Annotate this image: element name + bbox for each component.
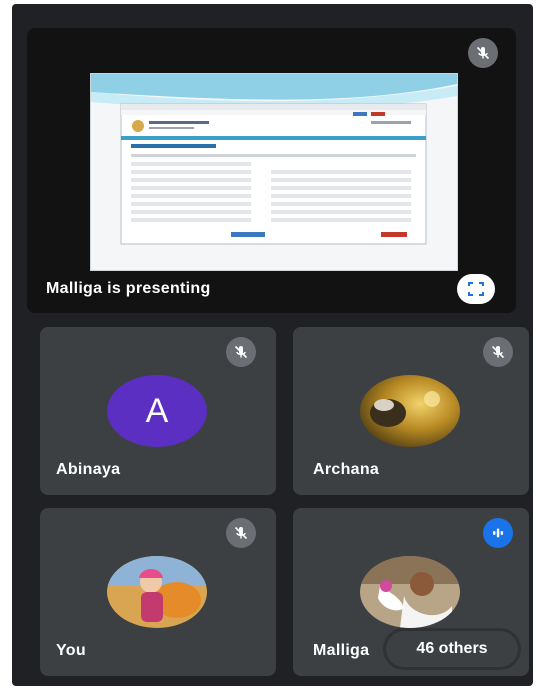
participant-name: Archana bbox=[313, 461, 380, 478]
avatar: A bbox=[107, 375, 207, 447]
fullscreen-icon bbox=[468, 282, 484, 296]
speaking-indicator-icon bbox=[483, 518, 513, 548]
fullscreen-button[interactable] bbox=[457, 274, 495, 304]
participant-name: Malliga bbox=[313, 642, 370, 659]
participant-name: You bbox=[56, 642, 86, 659]
shared-screen-slide bbox=[90, 73, 458, 271]
avatar bbox=[107, 556, 207, 628]
presenting-caption: Malliga is presenting bbox=[46, 280, 211, 297]
mic-off-icon bbox=[468, 38, 498, 68]
mic-off-icon bbox=[226, 337, 256, 367]
mic-off-icon bbox=[226, 518, 256, 548]
participant-tile-you[interactable]: You bbox=[40, 508, 276, 676]
participant-tile-abinaya[interactable]: A Abinaya bbox=[40, 327, 276, 495]
avatar bbox=[360, 556, 460, 628]
mic-off-icon bbox=[483, 337, 513, 367]
avatar bbox=[360, 375, 460, 447]
participant-tile-archana[interactable]: Archana bbox=[293, 327, 529, 495]
others-count-button[interactable]: 46 others bbox=[386, 631, 518, 667]
participant-name: Abinaya bbox=[56, 461, 121, 478]
presentation-tile[interactable]: Malliga is presenting bbox=[27, 28, 516, 313]
